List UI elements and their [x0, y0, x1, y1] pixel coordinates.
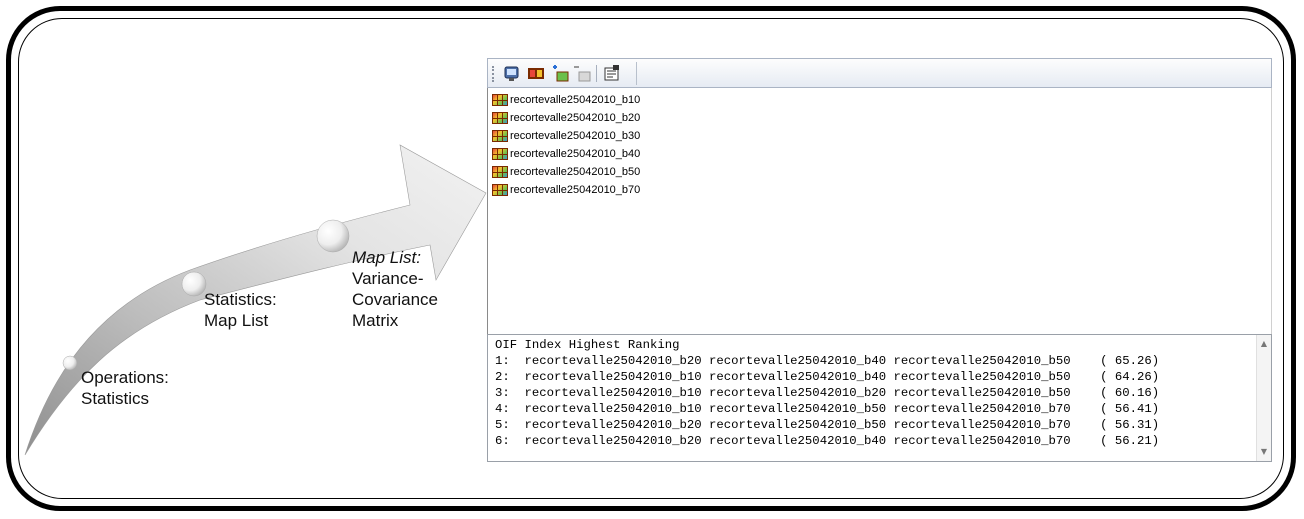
properties-icon[interactable]	[602, 64, 622, 83]
list-item-label: recortevalle25042010_b20	[510, 112, 641, 124]
output-row: 4: recortevalle25042010_b10 recortevalle…	[495, 402, 1160, 416]
list-item-label: recortevalle25042010_b40	[510, 148, 641, 160]
list-item[interactable]: recortevalle25042010_b20	[492, 109, 640, 127]
toolbar-end	[636, 62, 637, 85]
toolbar-grip[interactable]	[492, 66, 496, 82]
display-icon[interactable]	[502, 64, 522, 83]
step-2-line2: Map List	[204, 311, 269, 330]
list-item[interactable]: recortevalle25042010_b50	[492, 163, 640, 181]
list-item[interactable]: recortevalle25042010_b10	[492, 91, 640, 109]
scroll-up-icon[interactable]: ▲	[1257, 337, 1271, 351]
map-list: recortevalle25042010_b10 recortevalle250…	[487, 88, 1272, 334]
list-item[interactable]: recortevalle25042010_b40	[492, 145, 640, 163]
list-item[interactable]: recortevalle25042010_b70	[492, 181, 640, 199]
list-item[interactable]: recortevalle25042010_b30	[492, 127, 640, 145]
new-map-icon[interactable]	[550, 64, 570, 83]
output-row: 1: recortevalle25042010_b20 recortevalle…	[495, 354, 1160, 368]
raster-map-icon	[492, 166, 508, 178]
step-bullet-2	[181, 271, 207, 297]
step-label-statistics: Statistics: Map List	[204, 289, 277, 331]
toolbar-separator	[596, 65, 597, 82]
output-row: 3: recortevalle25042010_b10 recortevalle…	[495, 386, 1160, 400]
step-3-line1: Map List:	[352, 248, 421, 267]
raster-map-icon	[492, 148, 508, 160]
step-bullet-3	[316, 219, 350, 253]
list-item-label: recortevalle25042010_b50	[510, 166, 641, 178]
output-row: 6: recortevalle25042010_b20 recortevalle…	[495, 434, 1160, 448]
step-bullet-1	[62, 355, 78, 371]
step-3-line2: Variance-	[352, 269, 424, 288]
output-row: 5: recortevalle25042010_b20 recortevalle…	[495, 418, 1160, 432]
vertical-scrollbar[interactable]: ▲ ▼	[1256, 335, 1271, 461]
raster-map-icon	[492, 130, 508, 142]
film-strip-icon[interactable]	[526, 64, 546, 83]
list-item-label: recortevalle25042010_b10	[510, 94, 641, 106]
raster-map-icon	[492, 184, 508, 196]
step-1-line2: Statistics	[81, 389, 150, 408]
step-3-line4: Matrix	[352, 311, 399, 330]
list-item-label: recortevalle25042010_b70	[510, 184, 641, 196]
list-item-label: recortevalle25042010_b30	[510, 130, 641, 142]
scroll-down-icon[interactable]: ▼	[1257, 445, 1271, 459]
step-2-line1: Statistics:	[204, 290, 277, 309]
raster-map-icon	[492, 112, 508, 124]
output-header: OIF Index Highest Ranking	[495, 338, 680, 352]
step-label-maplist: Map List: Variance- Covariance Matrix	[352, 247, 438, 331]
step-3-line3: Covariance	[352, 290, 438, 309]
raster-map-icon	[492, 94, 508, 106]
output-panel[interactable]: OIF Index Highest Ranking 1: recortevall…	[487, 334, 1272, 462]
step-label-operations: Operations: Statistics	[81, 367, 169, 409]
delete-map-icon[interactable]	[572, 64, 592, 83]
output-row: 2: recortevalle25042010_b10 recortevalle…	[495, 370, 1160, 384]
step-1-line1: Operations:	[81, 368, 169, 387]
toolbar	[487, 58, 1272, 88]
maplist-window: recortevalle25042010_b10 recortevalle250…	[487, 58, 1272, 462]
